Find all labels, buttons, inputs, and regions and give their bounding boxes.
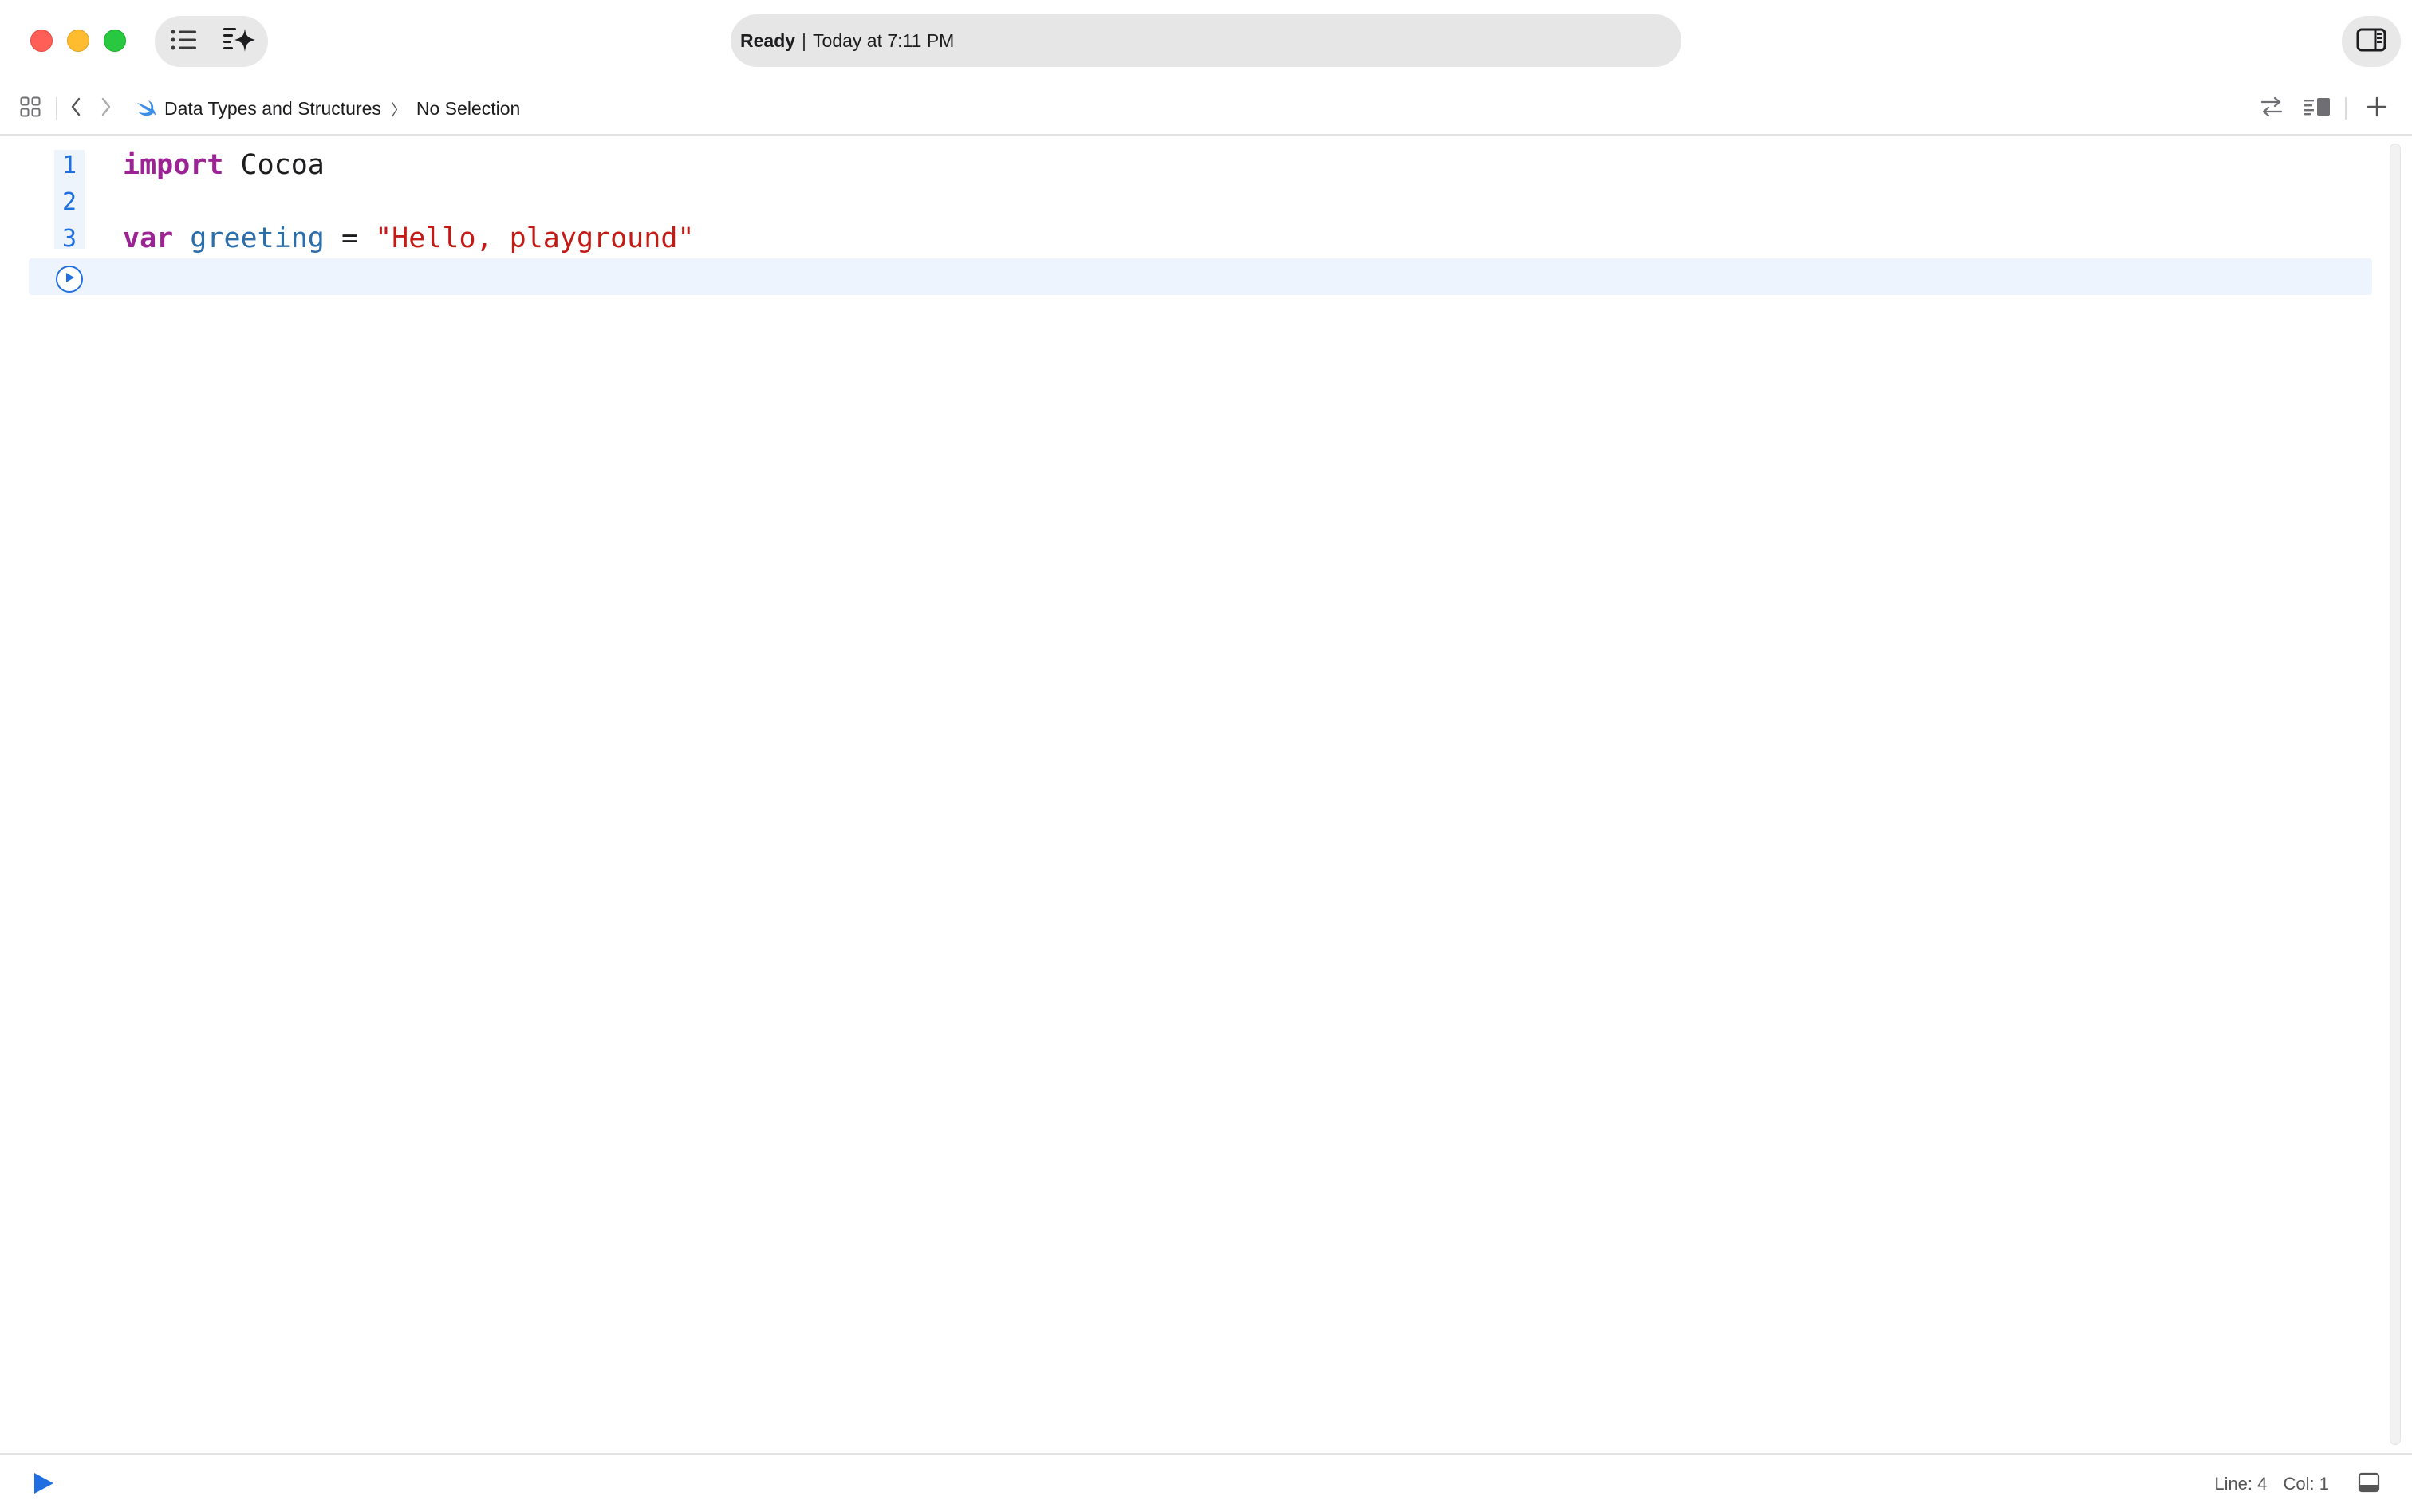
breadcrumb-separator: 〉 <box>390 101 407 120</box>
title-bar: Ready | Today at 7:11 PM <box>0 0 2412 83</box>
keyword-token: import <box>123 149 224 181</box>
editor-options-icon <box>2303 96 2331 121</box>
forward-button[interactable] <box>96 94 116 123</box>
swap-button[interactable] <box>2257 94 2286 123</box>
debug-bar: Line: 4 Col: 1 <box>0 1453 2412 1512</box>
toolbar-button-group <box>155 16 268 67</box>
coding-assistant-button[interactable] <box>211 16 268 67</box>
vertical-scrollbar[interactable] <box>2390 144 2401 1445</box>
string-token: "Hello, playground" <box>375 222 695 254</box>
close-window-button[interactable] <box>30 30 53 52</box>
line-indicator: Line: 4 <box>2214 1474 2268 1494</box>
swap-icon <box>2259 96 2284 122</box>
debug-area-toggle-button[interactable] <box>2356 1472 2382 1496</box>
chevron-left-icon <box>69 96 82 121</box>
source-editor[interactable]: 1 import Cocoa 2 3 var greeting = "Hello… <box>0 137 2412 1451</box>
status-state: Ready <box>740 30 796 51</box>
cursor-position: Line: 4 Col: 1 <box>2214 1474 2329 1494</box>
swift-icon <box>136 100 156 117</box>
run-playground-button[interactable] <box>29 1471 57 1499</box>
status-time: Today at 7:11 PM <box>813 30 955 51</box>
breadcrumb-file[interactable]: Data Types and Structures <box>164 98 381 120</box>
zoom-window-button[interactable] <box>104 30 126 52</box>
sparkle-icon <box>223 26 258 58</box>
status-separator: | <box>802 30 807 51</box>
column-indicator: Col: 1 <box>2283 1474 2329 1494</box>
play-icon <box>30 1471 56 1500</box>
play-icon <box>63 271 76 288</box>
panel-bottom-icon <box>2358 1472 2380 1497</box>
list-icon <box>170 29 197 55</box>
line-number: 1 <box>61 151 77 179</box>
code-text: import Cocoa <box>123 149 325 181</box>
inspector-toggle-button[interactable] <box>2342 16 2401 67</box>
minimize-window-button[interactable] <box>67 30 89 52</box>
line-number: 3 <box>61 224 77 253</box>
add-editor-button[interactable] <box>2364 94 2390 123</box>
operator-token: = <box>324 222 376 254</box>
keyword-token: var <box>123 222 174 254</box>
sidebar-right-icon <box>2356 28 2386 56</box>
chevron-right-icon <box>100 96 112 121</box>
related-items-button[interactable] <box>18 94 43 123</box>
jump-bar-divider <box>56 97 57 120</box>
identifier-token: greeting <box>190 222 325 254</box>
current-line-highlight <box>29 258 2372 295</box>
back-button[interactable] <box>65 94 86 123</box>
breadcrumb: Data Types and Structures 〉 No Selection <box>136 94 520 123</box>
grid-icon <box>20 96 41 121</box>
identifier-token: Cocoa <box>223 149 325 181</box>
line-number: 2 <box>61 187 77 216</box>
navigator-toggle-button[interactable] <box>155 16 211 67</box>
code-text: var greeting = "Hello, playground" <box>123 222 694 254</box>
run-to-line-button[interactable] <box>56 266 83 293</box>
add-icon <box>2367 96 2387 121</box>
breadcrumb-selection[interactable]: No Selection <box>416 98 520 120</box>
jump-bar-divider-right <box>2345 97 2347 120</box>
editor-options-button[interactable] <box>2302 94 2332 123</box>
jump-bar: Data Types and Structures 〉 No Selection <box>0 83 2412 136</box>
activity-status-bar: Ready | Today at 7:11 PM <box>731 14 1681 67</box>
